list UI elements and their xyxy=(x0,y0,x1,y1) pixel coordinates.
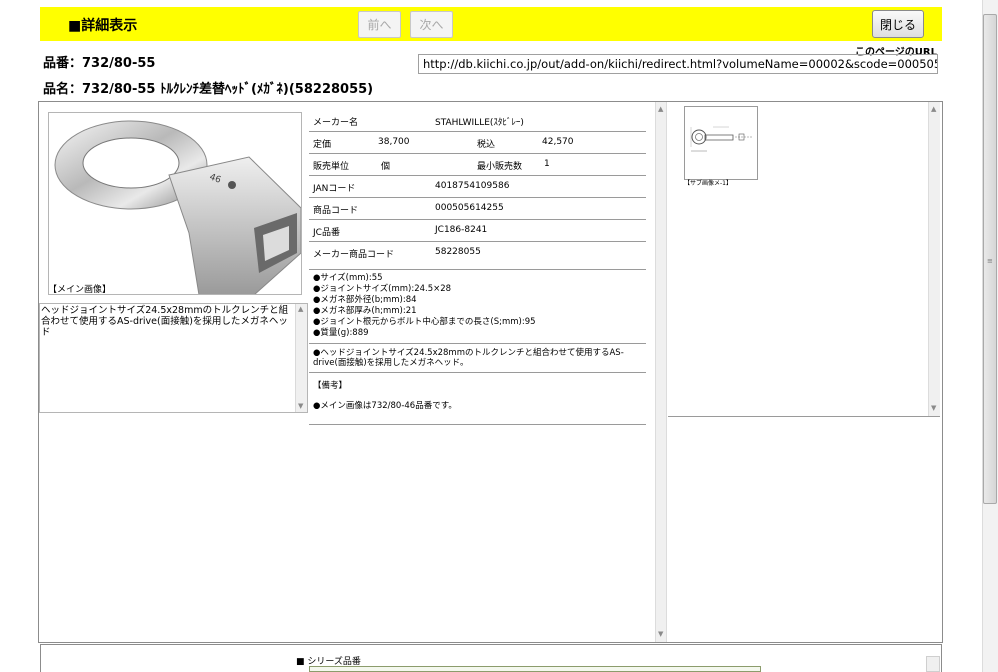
feature-list: ●サイズ(mm):55 ●ジョイントサイズ(mm):24.5×28 ●メガネ部外… xyxy=(309,269,646,342)
spec-label: メーカー商品コード xyxy=(313,250,395,260)
feature-summary: ●ヘッドジョイントサイズ24.5x28mmのトルクレンチと組合わせて使用するAS… xyxy=(309,343,646,373)
spec-label: 販売単位 xyxy=(313,162,350,172)
spec-value: JC186-8241 xyxy=(435,225,488,235)
scroll-down-icon[interactable]: ▼ xyxy=(931,405,936,412)
spec-row-maker: メーカー名 STAHLWILLE(ｽﾀﾋﾞﾚｰ) xyxy=(309,110,646,132)
scroll-up-icon[interactable]: ▲ xyxy=(298,306,303,313)
spec-label: JC品番 xyxy=(313,228,340,238)
spec-row-maker-code: メーカー商品コード 58228055 xyxy=(309,242,646,264)
spec-row-jc: JC品番 JC186-8241 xyxy=(309,220,646,242)
wrench-head-image: 46 xyxy=(54,120,301,294)
spec-value: 42,570 xyxy=(542,137,574,147)
page-url-field[interactable]: http://db.kiichi.co.jp/out/add-on/kiichi… xyxy=(418,54,938,74)
next-button[interactable]: 次へ xyxy=(410,11,453,38)
spec-row-jan: JANコード 4018754109586 xyxy=(309,176,646,198)
spec-label: メーカー名 xyxy=(313,118,359,128)
spec-label: JANコード xyxy=(313,184,356,194)
page-title: ■詳細表示 xyxy=(68,18,138,34)
sub-image-caption: 【サブ画像メ-1】 xyxy=(684,180,732,187)
spec-table: メーカー名 STAHLWILLE(ｽﾀﾋﾞﾚｰ) 定価 38,700 税込 42… xyxy=(309,110,646,264)
description-text: ヘッドジョイントサイズ24.5x28mmのトルクレンチと組合わせて使用するAS-… xyxy=(41,305,289,338)
left-frame-scrollbar[interactable]: ▲ ▼ xyxy=(655,102,667,642)
remarks-title: 【備考】 xyxy=(313,381,348,391)
spec-value: 個 xyxy=(381,162,391,172)
feature-item: ●質量(g):889 xyxy=(313,328,369,338)
spec-label: 商品コード xyxy=(313,206,359,216)
spec-label: 税込 xyxy=(477,140,496,150)
series-scrollbar[interactable] xyxy=(926,656,940,672)
spec-row-code: 商品コード 000505614255 xyxy=(309,198,646,220)
feature-item: ●ジョイント根元からボルト中心部までの長さ(S;mm):95 xyxy=(313,317,536,327)
description-scrollbar[interactable]: ▲ ▼ xyxy=(295,304,307,412)
divider xyxy=(309,424,646,425)
feature-item: ●ジョイントサイズ(mm):24.5×28 xyxy=(313,284,452,294)
dimension-drawing-image xyxy=(690,126,753,152)
spec-row-price: 定価 38,700 税込 42,570 xyxy=(309,132,646,154)
main-image[interactable]: 46 xyxy=(48,112,302,295)
scroll-up-icon[interactable]: ▲ xyxy=(931,106,936,113)
remarks-note: ●メイン画像は732/80-46品番です。 xyxy=(313,401,457,411)
close-button[interactable]: 閉じる xyxy=(872,10,924,38)
spec-value: STAHLWILLE(ｽﾀﾋﾞﾚｰ) xyxy=(435,118,524,128)
spec-value: 000505614255 xyxy=(435,203,504,213)
spec-label: 定価 xyxy=(313,140,332,150)
feature-item: ●メガネ部外径(b;mm):84 xyxy=(313,295,417,305)
spec-value: 58228055 xyxy=(435,247,481,257)
header-bar: ■詳細表示 前へ 次へ 閉じる xyxy=(40,7,942,41)
product-number: 品番：732/80-55 xyxy=(43,56,156,71)
feature-item: ●サイズ(mm):55 xyxy=(313,273,383,283)
sub-image-scrollbar[interactable]: ▲ ▼ xyxy=(928,102,940,416)
prev-button[interactable]: 前へ xyxy=(358,11,401,38)
series-table xyxy=(309,666,761,672)
spec-value: 38,700 xyxy=(378,137,410,147)
main-image-caption: 【メイン画像】 xyxy=(48,285,112,295)
description-textarea[interactable]: ヘッドジョイントサイズ24.5x28mmのトルクレンチと組合わせて使用するAS-… xyxy=(39,303,308,413)
grip-icon: ≡ xyxy=(987,257,993,265)
product-name: 品名：732/80-55 ﾄﾙｸﾚﾝﾁ差替ﾍｯﾄﾞ(ﾒｶﾞﾈ)(58228055… xyxy=(43,82,374,97)
scroll-down-icon[interactable]: ▼ xyxy=(658,631,663,638)
scroll-down-icon[interactable]: ▼ xyxy=(298,403,303,410)
spec-value: 1 xyxy=(544,159,550,169)
scroll-up-icon[interactable]: ▲ xyxy=(658,106,663,113)
spec-label: 最小販売数 xyxy=(477,162,523,172)
sub-image-thumbnail[interactable] xyxy=(684,106,758,180)
feature-item: ●メガネ部厚み(h;mm):21 xyxy=(313,306,417,316)
spec-value: 4018754109586 xyxy=(435,181,510,191)
spec-row-unit: 販売単位 個 最小販売数 1 xyxy=(309,154,646,176)
